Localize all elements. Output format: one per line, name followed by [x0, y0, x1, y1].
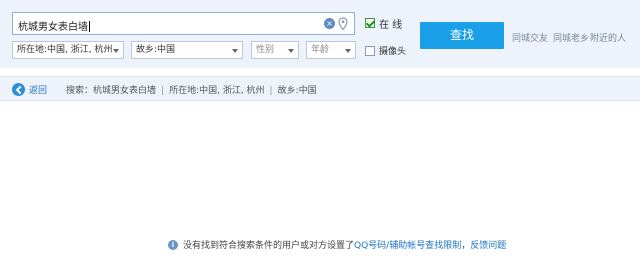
gender-select[interactable]: 性别: [251, 41, 299, 59]
hometown-value: 故乡:中国: [136, 45, 176, 55]
search-button[interactable]: 查找: [420, 22, 504, 49]
info-icon: i: [168, 239, 178, 250]
no-results-message: i 没有找到符合搜索条件的用户或对方设置了 QQ号码/辅助帐号查找限制 ， 反馈…: [168, 238, 506, 251]
back-link[interactable]: 返回: [29, 83, 47, 96]
quick-link-nearby[interactable]: 附近的人: [590, 31, 626, 44]
dropdown-arrow-icon: [345, 49, 351, 53]
search-input[interactable]: 杭城男女表白墙 ×: [12, 12, 355, 35]
search-query-text: 杭城男女表白墙: [18, 22, 88, 33]
text-caret: [89, 21, 90, 32]
clear-icon[interactable]: ×: [324, 18, 335, 29]
qq-restriction-link[interactable]: QQ号码/辅助帐号查找限制: [354, 238, 461, 251]
breadcrumb: 搜索：杭城男女表白墙 | 所在地:中国, 浙江, 杭州 | 故乡:中国: [66, 83, 317, 96]
location-value: 所在地:中国, 浙江, 杭州: [17, 45, 113, 55]
breadcrumb-location: 所在地:中国, 浙江, 杭州: [169, 86, 265, 96]
camera-checkbox[interactable]: [365, 45, 375, 56]
link-separator: ，: [461, 241, 471, 251]
quick-link-hometown[interactable]: 同城老乡: [553, 31, 589, 44]
hometown-select[interactable]: 故乡:中国: [131, 41, 243, 59]
dropdown-arrow-icon: [288, 49, 294, 53]
quick-link-same-city[interactable]: 同城交友: [512, 31, 548, 44]
breadcrumb-hometown: 故乡:中国: [277, 86, 317, 96]
online-filter[interactable]: 在 线: [365, 17, 403, 31]
breadcrumb-bar: 返回 搜索：杭城男女表白墙 | 所在地:中国, 浙江, 杭州 | 故乡:中国: [0, 76, 640, 101]
dropdown-arrow-icon: [113, 49, 119, 53]
breadcrumb-separator: |: [269, 86, 273, 96]
gender-value: 性别: [256, 45, 275, 55]
breadcrumb-query: 搜索：杭城男女表白墙: [66, 86, 157, 96]
location-select[interactable]: 所在地:中国, 浙江, 杭州: [12, 41, 124, 59]
age-select[interactable]: 年龄: [306, 41, 356, 59]
search-panel: 杭城男女表白墙 × 在 线 所在地:中国, 浙江, 杭州 故乡:中国 性别 年龄…: [0, 0, 640, 68]
location-pin-icon[interactable]: [338, 17, 348, 31]
dropdown-arrow-icon: [232, 49, 238, 53]
camera-filter[interactable]: 摄像头: [365, 44, 406, 57]
no-results-text: 没有找到符合搜索条件的用户或对方设置了: [183, 241, 355, 251]
online-checkbox[interactable]: [365, 18, 375, 28]
breadcrumb-separator: |: [161, 86, 165, 96]
back-arrow-icon[interactable]: [12, 83, 25, 96]
feedback-link[interactable]: 反馈问题: [470, 238, 506, 251]
age-value: 年龄: [311, 45, 330, 55]
online-label: 在 线: [379, 19, 403, 31]
camera-label: 摄像头: [379, 47, 407, 57]
